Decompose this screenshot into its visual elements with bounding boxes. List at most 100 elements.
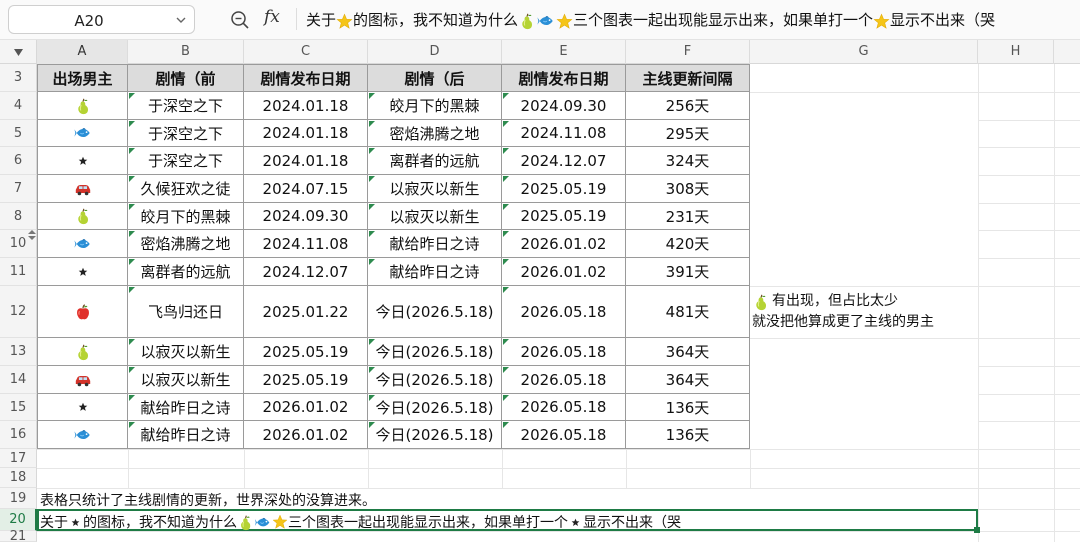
function-icon[interactable]: fx xyxy=(264,7,280,27)
table-cell[interactable]: 2026.05.18 xyxy=(502,421,626,449)
cell-a20-text[interactable]: 关于 的图标，我不知道为什么 三个图表一起出现能显示出来，如果单打一个 显示不出来（哭 xyxy=(40,512,681,532)
table-cell[interactable]: 391天 xyxy=(626,258,750,286)
table-header-cell[interactable]: 剧情（前 xyxy=(128,64,244,92)
table-cell[interactable]: 以寂灭以新生 xyxy=(128,338,244,366)
table-cell[interactable]: 2026.05.18 xyxy=(502,286,626,338)
table-cell[interactable]: 离群者的远航 xyxy=(128,258,244,286)
table-cell[interactable]: 295天 xyxy=(626,120,750,147)
table-cell[interactable]: 2024.01.18 xyxy=(244,120,368,147)
table-header-cell[interactable]: 剧情（后 xyxy=(368,64,502,92)
table-cell[interactable]: 2026.01.02 xyxy=(502,258,626,286)
table-cell[interactable]: 256天 xyxy=(626,92,750,120)
table-cell[interactable]: 今日(2026.5.18) xyxy=(368,286,502,338)
zoom-icon[interactable] xyxy=(229,9,251,31)
table-cell[interactable]: 2024.11.08 xyxy=(502,120,626,147)
name-box[interactable]: A20 xyxy=(8,5,195,34)
table-cell[interactable]: 2025.05.19 xyxy=(244,338,368,366)
table-cell-male-lead[interactable] xyxy=(37,120,128,147)
row-header[interactable]: 15 xyxy=(0,394,37,421)
table-cell[interactable]: 献给昨日之诗 xyxy=(128,394,244,421)
table-cell[interactable]: 久候狂欢之徒 xyxy=(128,175,244,203)
cell-a19-text[interactable]: 表格只统计了主线剧情的更新，世界深处的没算进来。 xyxy=(40,490,376,510)
table-cell[interactable]: 308天 xyxy=(626,175,750,203)
table-header-cell[interactable]: 出场男主 xyxy=(37,64,128,92)
table-cell[interactable]: 今日(2026.5.18) xyxy=(368,366,502,394)
table-cell-male-lead[interactable] xyxy=(37,175,128,203)
table-cell[interactable]: 136天 xyxy=(626,394,750,421)
table-cell[interactable]: 密焰沸腾之地 xyxy=(128,230,244,258)
table-cell[interactable]: 于深空之下 xyxy=(128,120,244,147)
table-cell[interactable]: 136天 xyxy=(626,421,750,449)
table-cell-male-lead[interactable] xyxy=(37,338,128,366)
table-header-cell[interactable]: 主线更新间隔 xyxy=(626,64,750,92)
table-cell[interactable]: 364天 xyxy=(626,366,750,394)
table-cell[interactable]: 离群者的远航 xyxy=(368,147,502,175)
table-cell[interactable]: 2026.01.02 xyxy=(244,394,368,421)
table-cell[interactable]: 324天 xyxy=(626,147,750,175)
column-header-g[interactable]: G xyxy=(750,40,978,64)
table-cell-male-lead[interactable] xyxy=(37,147,128,175)
table-cell[interactable]: 今日(2026.5.18) xyxy=(368,421,502,449)
row-header[interactable]: 5 xyxy=(0,120,37,147)
table-cell[interactable]: 2024.12.07 xyxy=(502,147,626,175)
table-cell[interactable]: 2025.05.19 xyxy=(502,203,626,230)
table-cell[interactable]: 密焰沸腾之地 xyxy=(368,120,502,147)
row-header[interactable]: 17 xyxy=(0,449,37,468)
select-all-corner[interactable] xyxy=(0,40,37,64)
table-cell[interactable]: 2026.05.18 xyxy=(502,338,626,366)
table-cell-male-lead[interactable] xyxy=(37,258,128,286)
row-header[interactable]: 18 xyxy=(0,468,37,488)
table-cell[interactable]: 献给昨日之诗 xyxy=(368,230,502,258)
table-cell[interactable]: 231天 xyxy=(626,203,750,230)
note-cell-g12[interactable]: 有出现，但占比太少 就没把他算成更了主线的男主 xyxy=(752,291,934,333)
column-header-d[interactable]: D xyxy=(368,40,502,64)
column-header-f[interactable]: F xyxy=(626,40,750,64)
row-header[interactable]: 11 xyxy=(0,258,37,286)
formula-input[interactable]: 关于 的图标，我不知道为什么 三个图表一起出现能显示出来，如果单打一个 显示不出来（哭 xyxy=(306,9,1080,31)
table-cell[interactable]: 今日(2026.5.18) xyxy=(368,394,502,421)
table-cell-male-lead[interactable] xyxy=(37,203,128,230)
table-cell[interactable]: 420天 xyxy=(626,230,750,258)
table-cell[interactable]: 于深空之下 xyxy=(128,92,244,120)
row-header[interactable]: 12 xyxy=(0,286,37,338)
column-header-h[interactable]: H xyxy=(978,40,1054,64)
table-cell[interactable]: 2026.01.02 xyxy=(244,421,368,449)
table-cell[interactable]: 以寂灭以新生 xyxy=(368,203,502,230)
row-header[interactable]: 7 xyxy=(0,175,37,203)
row-header[interactable]: 6 xyxy=(0,147,37,175)
table-cell[interactable]: 2024.11.08 xyxy=(244,230,368,258)
table-cell[interactable]: 2025.01.22 xyxy=(244,286,368,338)
hidden-rows-toggle-icon[interactable] xyxy=(28,229,36,241)
table-cell-male-lead[interactable] xyxy=(37,286,128,338)
row-header[interactable]: 19 xyxy=(0,488,37,509)
table-cell-male-lead[interactable] xyxy=(37,394,128,421)
table-cell-male-lead[interactable] xyxy=(37,92,128,120)
table-cell-male-lead[interactable] xyxy=(37,366,128,394)
table-cell[interactable]: 于深空之下 xyxy=(128,147,244,175)
row-header[interactable]: 3 xyxy=(0,64,37,92)
table-cell[interactable]: 2024.09.30 xyxy=(502,92,626,120)
table-cell[interactable]: 2026.05.18 xyxy=(502,366,626,394)
table-cell[interactable]: 献给昨日之诗 xyxy=(368,258,502,286)
table-cell[interactable]: 2026.05.18 xyxy=(502,394,626,421)
table-cell[interactable]: 2024.12.07 xyxy=(244,258,368,286)
fill-handle[interactable] xyxy=(974,527,980,533)
row-header[interactable]: 21 xyxy=(0,529,37,542)
column-header-c[interactable]: C xyxy=(244,40,368,64)
table-cell[interactable]: 2024.01.18 xyxy=(244,92,368,120)
table-header-cell[interactable]: 剧情发布日期 xyxy=(244,64,368,92)
table-cell-male-lead[interactable] xyxy=(37,421,128,449)
table-cell[interactable]: 2024.07.15 xyxy=(244,175,368,203)
table-cell[interactable]: 皎月下的黑棘 xyxy=(368,92,502,120)
table-cell[interactable]: 481天 xyxy=(626,286,750,338)
column-header-b[interactable]: B xyxy=(128,40,244,64)
column-header-a[interactable]: A xyxy=(37,40,128,64)
chevron-down-icon[interactable] xyxy=(176,15,186,25)
table-cell[interactable]: 364天 xyxy=(626,338,750,366)
table-cell-male-lead[interactable] xyxy=(37,230,128,258)
row-header[interactable]: 4 xyxy=(0,92,37,120)
row-header[interactable]: 16 xyxy=(0,421,37,449)
table-cell[interactable]: 2025.05.19 xyxy=(502,175,626,203)
row-header[interactable]: 8 xyxy=(0,203,37,230)
table-cell[interactable]: 2025.05.19 xyxy=(244,366,368,394)
